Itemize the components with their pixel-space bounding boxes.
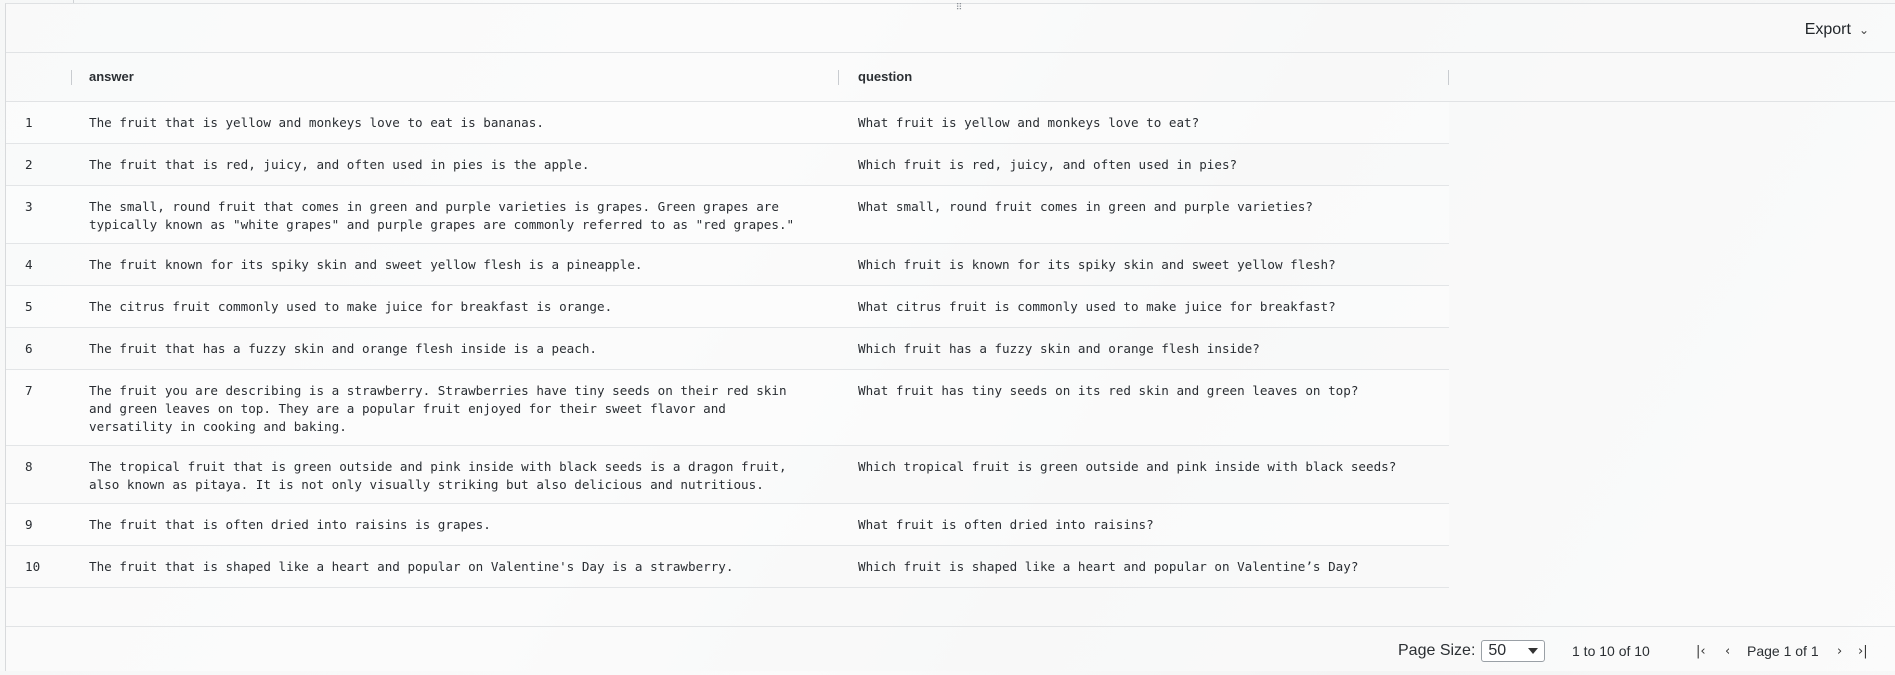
answer-cell[interactable]: The fruit that is yellow and monkeys lov…: [89, 114, 834, 132]
export-button[interactable]: Export ⌄: [1805, 19, 1869, 41]
last-page-icon[interactable]: ›|: [1858, 627, 1868, 675]
question-cell[interactable]: Which fruit is known for its spiky skin …: [858, 256, 1448, 274]
table-row[interactable]: 6 The fruit that has a fuzzy skin and or…: [6, 328, 1449, 370]
row-index: 9: [25, 517, 33, 532]
row-index: 5: [25, 299, 33, 314]
table-row[interactable]: 9 The fruit that is often dried into rai…: [6, 504, 1449, 546]
previous-page-icon[interactable]: ‹: [1725, 627, 1730, 675]
answer-cell[interactable]: The fruit that is often dried into raisi…: [89, 516, 834, 534]
column-separator[interactable]: [838, 70, 839, 85]
question-cell[interactable]: What citrus fruit is commonly used to ma…: [858, 298, 1448, 316]
question-cell[interactable]: Which fruit has a fuzzy skin and orange …: [858, 340, 1448, 358]
row-index: 7: [25, 383, 33, 398]
next-page-icon[interactable]: ›: [1837, 627, 1842, 675]
page-size-select[interactable]: 50: [1481, 640, 1546, 662]
table-row[interactable]: 8 The tropical fruit that is green outsi…: [6, 446, 1449, 504]
table-row[interactable]: 1 The fruit that is yellow and monkeys l…: [6, 102, 1449, 144]
question-cell[interactable]: What fruit has tiny seeds on its red ski…: [858, 382, 1448, 400]
page-size-value: 50: [1488, 642, 1507, 659]
page-indicator: Page 1 of 1: [1747, 643, 1819, 659]
question-cell[interactable]: What fruit is yellow and monkeys love to…: [858, 114, 1448, 132]
table-row[interactable]: 5 The citrus fruit commonly used to make…: [6, 286, 1449, 328]
row-index: 3: [25, 199, 33, 214]
data-grid-panel: ⠿ Export ⌄ answer question 1 The fruit t…: [5, 3, 1895, 671]
page-size-control: Page Size: 50: [1398, 627, 1546, 675]
column-separator[interactable]: [71, 70, 72, 85]
row-index: 8: [25, 459, 33, 474]
table-row[interactable]: 10 The fruit that is shaped like a heart…: [6, 546, 1449, 588]
grid-body: 1 The fruit that is yellow and monkeys l…: [6, 102, 1895, 588]
table-row[interactable]: 2 The fruit that is red, juicy, and ofte…: [6, 144, 1449, 186]
export-label: Export: [1804, 21, 1851, 38]
question-cell[interactable]: What small, round fruit comes in green a…: [858, 198, 1448, 216]
row-index: 1: [25, 115, 33, 130]
grid-header: answer question: [6, 53, 1895, 102]
answer-cell[interactable]: The fruit that is red, juicy, and often …: [89, 156, 834, 174]
question-cell[interactable]: Which tropical fruit is green outside an…: [858, 458, 1448, 476]
row-index: 10: [25, 559, 41, 574]
table-row[interactable]: 4 The fruit known for its spiky skin and…: [6, 244, 1449, 286]
question-cell[interactable]: What fruit is often dried into raisins?: [858, 516, 1448, 534]
row-index: 6: [25, 341, 33, 356]
column-separator[interactable]: [1448, 70, 1449, 85]
caret-down-icon: [1528, 648, 1539, 654]
table-row[interactable]: 3 The small, round fruit that comes in g…: [6, 186, 1449, 244]
grid-toolbar: Export ⌄: [6, 4, 1895, 53]
row-index: 2: [25, 157, 33, 172]
column-header-question[interactable]: question: [858, 53, 912, 101]
row-range: 1 to 10 of 10: [1572, 643, 1650, 659]
question-cell[interactable]: Which fruit is shaped like a heart and p…: [858, 558, 1448, 576]
answer-cell[interactable]: The fruit known for its spiky skin and s…: [89, 256, 834, 274]
answer-cell[interactable]: The fruit that has a fuzzy skin and oran…: [89, 340, 834, 358]
answer-cell[interactable]: The tropical fruit that is green outside…: [89, 458, 834, 494]
answer-cell[interactable]: The fruit that is shaped like a heart an…: [89, 558, 834, 576]
pagination-bar: Page Size: 50 1 to 10 of 10 |‹ ‹ Page 1 …: [6, 626, 1895, 675]
data-grid: answer question 1 The fruit that is yell…: [6, 53, 1895, 588]
row-index: 4: [25, 257, 33, 272]
answer-cell[interactable]: The citrus fruit commonly used to make j…: [89, 298, 834, 316]
answer-cell[interactable]: The small, round fruit that comes in gre…: [89, 198, 834, 234]
table-row[interactable]: 7 The fruit you are describing is a stra…: [6, 370, 1449, 446]
page-size-label: Page Size:: [1398, 642, 1476, 659]
answer-cell[interactable]: The fruit you are describing is a strawb…: [89, 382, 834, 436]
column-header-answer[interactable]: answer: [89, 53, 134, 101]
question-cell[interactable]: Which fruit is red, juicy, and often use…: [858, 156, 1448, 174]
first-page-icon[interactable]: |‹: [1696, 627, 1706, 675]
chevron-down-icon: ⌄: [1858, 23, 1869, 37]
